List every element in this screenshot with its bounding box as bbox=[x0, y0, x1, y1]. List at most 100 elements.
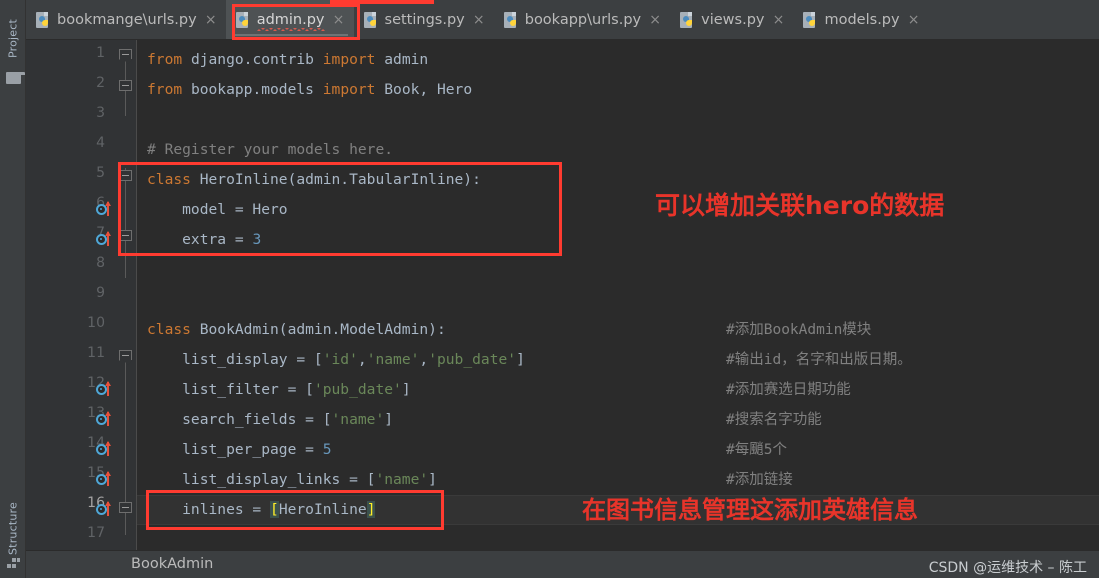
code-editor[interactable]: 1 2 3 4 5 6 7 8 9 10 11 12 13 14 15 16 1… bbox=[26, 40, 1099, 550]
annotation-text-hero: 可以增加关联hero的数据 bbox=[655, 191, 945, 220]
override-marker-icon[interactable] bbox=[96, 441, 114, 458]
code-line-11: list_display = ['id','name','pub_date'] bbox=[137, 345, 525, 375]
line-number: 10 bbox=[87, 315, 105, 331]
watermark-text: CSDN @运维技术 – 陈工 bbox=[928, 560, 1087, 576]
trailing-comment: #搜索名字功能 bbox=[726, 412, 822, 428]
token-bracket: ] bbox=[516, 351, 525, 368]
token-string: 'id' bbox=[322, 351, 358, 368]
token-string: 'name' bbox=[375, 471, 429, 488]
tab-bookapp-urls[interactable]: bookapp\urls.py × bbox=[494, 0, 670, 39]
token-string: 'pub_date' bbox=[313, 381, 402, 398]
trailing-comment: #添加赛选日期功能 bbox=[726, 382, 851, 398]
fold-toggle-icon[interactable] bbox=[119, 49, 133, 64]
override-marker-icon[interactable] bbox=[96, 471, 114, 488]
code-line-16: inlines = [HeroInline] bbox=[137, 495, 376, 525]
code-line-14: list_per_page = 5 bbox=[137, 435, 332, 465]
token-bracket: ] bbox=[384, 411, 394, 428]
code-line-4: # Register your models here. bbox=[137, 135, 393, 165]
line-number: 8 bbox=[96, 255, 105, 271]
left-tool-strip: Project Structure bbox=[0, 0, 26, 578]
token-statement: search_fields = [ bbox=[147, 411, 332, 428]
token-bracket-highlight: [ bbox=[270, 501, 279, 518]
token-string: 'pub_date' bbox=[428, 351, 517, 368]
trailing-comment: #输出id，名字和出版日期。 bbox=[726, 352, 912, 368]
fold-toggle-icon[interactable] bbox=[119, 230, 132, 241]
tab-models-py[interactable]: models.py × bbox=[793, 0, 928, 39]
pycharm-window: Project Structure bookmange\urls.py × ad… bbox=[0, 0, 1099, 578]
override-marker-icon[interactable] bbox=[96, 201, 114, 218]
token-name: Book, Hero bbox=[375, 81, 473, 98]
trailing-comment: #每颵5个 bbox=[726, 442, 787, 458]
python-file-icon bbox=[363, 11, 379, 29]
token-number: 5 bbox=[322, 441, 332, 458]
token-string: 'name' bbox=[366, 351, 420, 368]
line-number: 11 bbox=[87, 345, 105, 361]
annotation-text-inlines: 在图书信息管理这添加英雄信息 bbox=[582, 496, 918, 524]
tab-bookmange-urls[interactable]: bookmange\urls.py × bbox=[26, 0, 226, 39]
token-keyword: import bbox=[322, 51, 376, 68]
token-keyword: class bbox=[147, 171, 191, 188]
close-icon[interactable]: × bbox=[333, 13, 345, 27]
close-icon[interactable]: × bbox=[772, 13, 785, 27]
token-module: django.contrib bbox=[182, 51, 323, 68]
token-keyword: class bbox=[147, 321, 191, 338]
python-file-icon bbox=[503, 11, 519, 29]
tab-settings-py[interactable]: settings.py × bbox=[354, 0, 494, 39]
tab-label: settings.py bbox=[384, 12, 465, 28]
trailing-comment: #添加BookAdmin模块 bbox=[726, 322, 872, 338]
override-marker-icon[interactable] bbox=[96, 231, 114, 248]
python-file-icon bbox=[235, 11, 251, 29]
code-text-area[interactable]: from django.contrib import admin from bo… bbox=[137, 40, 1099, 550]
token-classdef: BookAdmin(admin.ModelAdmin): bbox=[190, 321, 446, 338]
code-line-7: extra = 3 bbox=[137, 225, 261, 255]
code-line-12: list_filter = ['pub_date'] bbox=[137, 375, 411, 405]
close-icon[interactable]: × bbox=[205, 13, 217, 27]
token-statement: list_display_links = [ bbox=[147, 471, 376, 488]
tab-label: admin.py bbox=[256, 12, 325, 31]
token-name: HeroInline bbox=[278, 501, 367, 518]
fold-toggle-icon[interactable] bbox=[119, 170, 132, 181]
tab-label: views.py bbox=[701, 12, 765, 28]
token-bracket-highlight: ] bbox=[366, 501, 376, 518]
tool-window-project[interactable]: Project bbox=[0, 8, 26, 72]
breadcrumb[interactable]: BookAdmin bbox=[131, 556, 213, 572]
close-icon[interactable]: × bbox=[473, 13, 485, 27]
structure-icon bbox=[7, 557, 20, 568]
token-statement: list_display = [ bbox=[147, 351, 323, 368]
token-bracket: ] bbox=[401, 381, 411, 398]
fold-toggle-icon[interactable] bbox=[119, 502, 132, 513]
fold-toggle-icon[interactable] bbox=[119, 80, 132, 91]
override-marker-icon[interactable] bbox=[96, 501, 114, 518]
override-marker-icon[interactable] bbox=[96, 381, 114, 398]
tab-views-py[interactable]: views.py × bbox=[670, 0, 793, 39]
token-statement: list_filter = [ bbox=[147, 381, 314, 398]
python-file-icon bbox=[803, 11, 818, 29]
close-icon[interactable]: × bbox=[908, 13, 920, 27]
token-statement: extra = bbox=[147, 231, 253, 248]
close-icon[interactable]: × bbox=[649, 13, 661, 27]
python-file-icon bbox=[36, 11, 51, 29]
token-bracket: ] bbox=[428, 471, 437, 488]
tab-admin-py[interactable]: admin.py × bbox=[225, 0, 354, 39]
tab-label: bookapp\urls.py bbox=[524, 12, 642, 28]
token-name: admin bbox=[375, 51, 429, 68]
code-fold-column[interactable] bbox=[113, 40, 137, 550]
fold-toggle-icon[interactable] bbox=[119, 350, 133, 365]
override-marker-icon[interactable] bbox=[96, 411, 114, 428]
token-comma: , bbox=[419, 351, 429, 368]
token-statement: model = Hero bbox=[147, 201, 288, 218]
line-number: 17 bbox=[87, 525, 105, 541]
code-line-5: class HeroInline(admin.TabularInline): bbox=[137, 165, 481, 195]
code-line-2: from bookapp.models import Book, Hero bbox=[137, 75, 472, 105]
line-number: 3 bbox=[96, 105, 105, 121]
line-number: 4 bbox=[96, 135, 105, 151]
annotation-box-top-stub bbox=[330, 0, 434, 4]
token-keyword: from bbox=[147, 51, 183, 68]
code-line-15: list_display_links = ['name'] bbox=[137, 465, 437, 495]
line-number: 2 bbox=[96, 75, 105, 91]
editor-tab-bar: bookmange\urls.py × admin.py × settings.… bbox=[26, 0, 1099, 40]
token-comma: , bbox=[357, 351, 367, 368]
editor-gutter[interactable]: 1 2 3 4 5 6 7 8 9 10 11 12 13 14 15 16 1… bbox=[26, 40, 113, 550]
token-keyword: import bbox=[322, 81, 376, 98]
line-number: 1 bbox=[96, 45, 105, 61]
